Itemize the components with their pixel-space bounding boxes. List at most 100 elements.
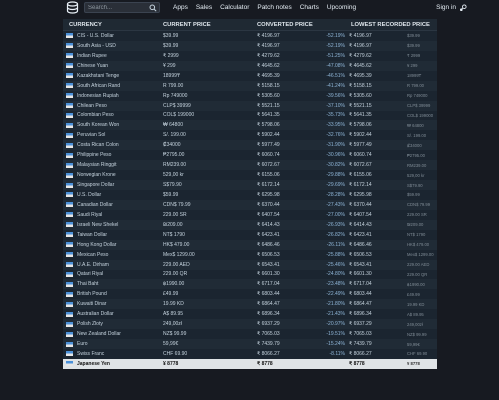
currency-name: South Korean Won xyxy=(77,122,120,129)
lowest-price: ₹ 6717.04 xyxy=(349,281,372,288)
sign-in-label: Sign in xyxy=(436,4,456,11)
currency-cell: Australian Dollar xyxy=(63,309,159,319)
lowest-price: ₹ 6423.41 xyxy=(349,231,372,238)
nav-apps[interactable]: Apps xyxy=(173,3,188,13)
lowest-price-local: Mex$ 1299.00 xyxy=(407,252,434,258)
converted-price: ₹ 6423.41 xyxy=(257,231,280,238)
country-flag-icon xyxy=(66,112,73,118)
current-price-cell: RM239.00 xyxy=(163,162,187,169)
header-converted-price[interactable]: CONVERTED PRICE xyxy=(253,19,347,30)
table-row: Canadian Dollar CDN$ 79.99 ₹ 6370.44 -27.43… xyxy=(63,199,437,210)
lowest-price: ₹ 6486.46 xyxy=(349,241,372,248)
currency-cell: Polish Zloty xyxy=(63,319,159,329)
table-row: Saudi Riyal 229.00 SR ₹ 6407.54 -27.00% ₹ 64… xyxy=(63,209,437,220)
converted-price-cell: ₹ 6896.34 -21.43% xyxy=(253,309,347,319)
search-box[interactable] xyxy=(84,2,160,13)
currency-name: South African Rand xyxy=(77,82,121,89)
nav-patch-notes[interactable]: Patch notes xyxy=(257,3,291,13)
country-flag-icon xyxy=(66,182,73,188)
header-current-price[interactable]: CURRENT PRICE xyxy=(159,19,253,30)
table-row: Kazakhstani Tenge 18999₸ ₹ 4695.39 -46.51% ₹… xyxy=(63,70,437,81)
table-row: Qatari Riyal 229.00 QR ₹ 6601.30 -24.80% ₹ 6… xyxy=(63,269,437,280)
converted-price: ₹ 6060.74 xyxy=(257,152,280,159)
lowest-price: ₹ 8066.27 xyxy=(349,350,372,357)
lowest-price-local: 229.00 QR xyxy=(407,271,428,277)
country-flag-icon xyxy=(66,281,73,287)
country-flag-icon xyxy=(66,192,73,198)
current-price-cell: CHF 69.90 xyxy=(163,350,188,357)
header-currency[interactable]: CURRENCY xyxy=(63,19,159,30)
country-flag-icon xyxy=(66,232,73,238)
currency-cell: Indonesian Rupiah xyxy=(63,91,159,101)
converted-price-cell: ₹ 5977.49 -31.90% xyxy=(253,140,347,150)
lowest-price: ₹ 6414.43 xyxy=(349,221,372,228)
search-icon[interactable] xyxy=(149,4,157,12)
nav-sales[interactable]: Sales xyxy=(196,3,212,13)
percent-difference: -46.51% xyxy=(326,72,345,79)
lowest-price-local: ฿1990.00 xyxy=(407,281,425,287)
header-lowest-price[interactable]: LOWEST RECORDED PRICE xyxy=(347,19,437,30)
converted-price-cell: ₹ 6506.53 -25.88% xyxy=(253,250,347,260)
table-row: Mexican Peso Mex$ 1299.00 ₹ 6506.53 -25.88%… xyxy=(63,249,437,260)
converted-price-cell: ₹ 6717.04 -23.48% xyxy=(253,279,347,289)
top-navbar: Apps Sales Calculator Patch notes Charts… xyxy=(0,0,499,16)
percent-difference: -23.48% xyxy=(326,281,345,288)
percent-difference: -47.08% xyxy=(326,62,345,69)
currency-name: Israeli New Shekel xyxy=(77,221,119,228)
current-price-cell: 19.99 KD xyxy=(163,301,184,308)
table-row: New Zealand Dollar NZ$ 99.99 ₹ 7065.03 -19.… xyxy=(63,329,437,340)
lowest-price-local: Rp 749000 xyxy=(407,93,428,99)
lowest-price-local: ₩ 64800 xyxy=(407,122,424,128)
nav-charts[interactable]: Charts xyxy=(300,3,319,13)
percent-difference: -19.51% xyxy=(326,331,345,338)
current-price-cell: 59,99€ xyxy=(163,341,179,348)
table-row: South African Rand R 799.00 ₹ 5158.15 -41.2… xyxy=(63,80,437,91)
converted-price: ₹ 5902.44 xyxy=(257,132,280,139)
lowest-price-local: 229.00 SR xyxy=(407,212,427,218)
lowest-price-local: ₹ 2999 xyxy=(407,53,421,59)
currency-name: Saudi Riyal xyxy=(77,211,103,218)
sign-in-link[interactable]: Sign in xyxy=(436,3,467,13)
nav-upcoming[interactable]: Upcoming xyxy=(327,3,356,13)
lowest-price-cell: ₹ 6072.67 RM239.00 xyxy=(347,160,437,170)
lowest-price-cell: ₹ 4279.62 ₹ 2999 xyxy=(347,51,437,61)
nav-calculator[interactable]: Calculator xyxy=(220,3,249,13)
lowest-price-cell: ₹ 6486.46 HK$ 479.00 xyxy=(347,240,437,250)
lowest-price: ₹ 6543.41 xyxy=(349,261,372,268)
percent-difference: -15.24% xyxy=(326,341,345,348)
converted-price: ₹ 7439.79 xyxy=(257,341,280,348)
currency-cell: Singapore Dollar xyxy=(63,180,159,190)
lowest-price: ₹ 6172.14 xyxy=(349,182,372,189)
lowest-price-local: ₪209.00 xyxy=(407,222,424,228)
table-row: Japanese Yen ¥ 8778 ₹ 8778 ₹ 8778 ¥ 8778 xyxy=(63,358,437,369)
lowest-price-cell: ₹ 6423.41 NT$ 1790 xyxy=(347,230,437,240)
current-price-cell: ¥ 299 xyxy=(163,62,176,69)
currency-name: Euro xyxy=(77,341,88,348)
currency-name: Philippine Peso xyxy=(77,152,112,159)
lowest-price: ₹ 7065.03 xyxy=(349,331,372,338)
site-logo-icon[interactable] xyxy=(66,1,79,14)
table-row: Philippine Peso ₱2795.00 ₹ 6060.74 -30.96% ₹… xyxy=(63,150,437,161)
converted-price-cell: ₹ 6370.44 -27.43% xyxy=(253,200,347,210)
lowest-price-cell: ₹ 6601.30 229.00 QR xyxy=(347,270,437,280)
lowest-price: ₹ 5902.44 xyxy=(349,132,372,139)
search-input[interactable] xyxy=(85,3,148,12)
table-row: Kuwaiti Dinar 19.99 KD ₹ 6864.47 -21.80% ₹ 6… xyxy=(63,299,437,310)
converted-price-cell: ₹ 7065.03 -19.51% xyxy=(253,329,347,339)
current-price-cell: CDN$ 79.99 xyxy=(163,201,191,208)
percent-difference: -8.11% xyxy=(329,350,345,357)
lowest-price-cell: ₹ 6414.43 ₪209.00 xyxy=(347,220,437,230)
currency-cell: Israeli New Shekel xyxy=(63,220,159,230)
lowest-price-cell: ₹ 4196.97 $39.99 xyxy=(347,31,437,41)
table-row: Taiwan Dollar NT$ 1790 ₹ 6423.41 -26.82% ₹ 6… xyxy=(63,229,437,240)
converted-price: ₹ 5977.49 xyxy=(257,142,280,149)
current-price-cell: $39.99 xyxy=(163,32,179,39)
lowest-price: ₹ 5977.49 xyxy=(349,142,372,149)
country-flag-icon xyxy=(66,53,73,59)
converted-price-cell: ₹ 5902.44 -32.76% xyxy=(253,130,347,140)
converted-price: ₹ 4196.97 xyxy=(257,32,280,39)
converted-price-cell: ₹ 4196.97 -52.19% xyxy=(253,41,347,51)
converted-price: ₹ 7065.03 xyxy=(257,331,280,338)
currency-name: New Zealand Dollar xyxy=(77,331,121,338)
lowest-price-cell: ₹ 5521.15 CLP$ 39999 xyxy=(347,101,437,111)
